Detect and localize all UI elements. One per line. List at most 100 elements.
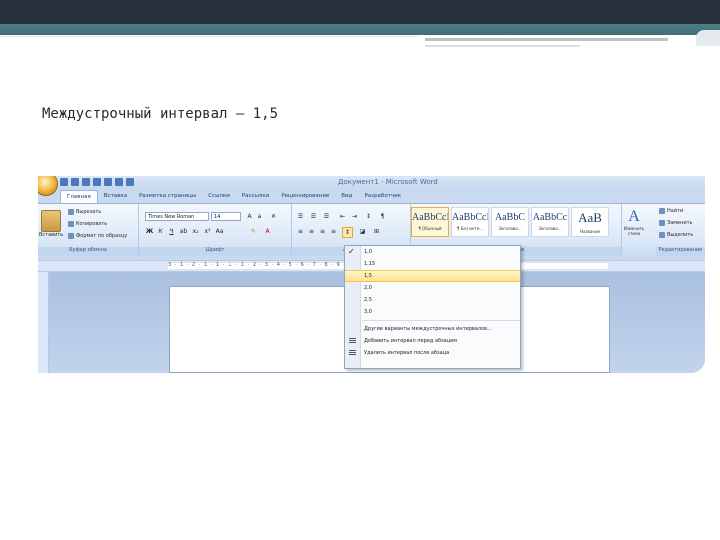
checkmark-icon: ✓ [348,247,355,256]
style-sample: AaBbC [495,212,525,223]
shading-icon[interactable]: ◪ [358,227,367,236]
add-space-before-paragraph[interactable]: Добавить интервал перед абзацем [345,335,520,347]
tab-insert[interactable]: Вставка [98,190,133,202]
tab-mailings[interactable]: Рассылки [236,190,276,202]
clear-format-icon[interactable]: ✕ [269,212,278,221]
more-line-spacing-options[interactable]: Другие варианты междустрочных интервалов… [345,323,520,335]
option-label: 1,5 [364,273,372,279]
italic-icon[interactable]: К [156,227,165,236]
numbering-icon[interactable]: ☰ [309,212,318,221]
tab-references[interactable]: Ссылки [202,190,236,202]
select-button[interactable]: Выделить [659,232,693,238]
change-styles-button[interactable]: A Изменить стили [619,207,649,255]
show-marks-icon[interactable]: ¶ [378,212,387,221]
font-size-combo[interactable]: 14 [211,212,241,221]
select-label: Выделить [667,232,694,238]
vertical-ruler[interactable] [38,272,49,373]
style-heading-1[interactable]: AaBbC Заголово... [491,207,529,237]
find-button[interactable]: Найти [659,208,683,214]
underline-icon[interactable]: Ч [167,227,176,236]
justify-icon[interactable]: ≡ [329,227,338,236]
tab-home[interactable]: Главная [60,190,98,203]
grow-font-icon[interactable]: A [245,212,254,221]
format-painter-label: Формат по образцу [76,233,128,239]
style-sample: AaBbCc [532,212,568,223]
copy-button[interactable]: Копировать [68,221,107,227]
select-icon [659,232,665,238]
paste-button-label[interactable]: Вставить [39,232,63,238]
align-center-icon[interactable]: ≡ [307,227,316,236]
replace-button[interactable]: Заменить [659,220,693,226]
line-spacing-option[interactable]: 3,0 [345,306,520,318]
remove-space-after-paragraph[interactable]: Удалить интервал после абзаца [345,347,520,359]
redo-icon[interactable] [82,178,90,186]
multilevel-icon[interactable]: ☰ [322,212,331,221]
shrink-font-icon[interactable]: a [255,212,264,221]
tab-page-layout[interactable]: Разметка страницы [133,190,202,202]
strikethrough-icon[interactable]: ab [179,227,188,236]
office-button[interactable] [38,176,58,196]
cut-button[interactable]: Вырезать [68,209,101,215]
option-label: Добавить интервал перед абзацем [364,338,457,344]
undo-icon[interactable] [71,178,79,186]
find-label: Найти [667,208,684,214]
borders-icon[interactable]: ⊞ [372,227,381,236]
line-spacing-option[interactable]: ✓ 1,0 [345,246,520,258]
word-title-bar: Документ1 - Microsoft Word [38,176,705,189]
group-label: Шрифт [139,247,291,256]
change-styles-icon: A [628,208,640,225]
superscript-icon[interactable]: x² [203,227,212,236]
spelling-icon[interactable] [115,178,123,186]
align-left-icon[interactable]: ≡ [296,227,305,236]
style-heading-2[interactable]: AaBbCc Заголово... [531,207,569,237]
binoculars-icon [659,208,665,214]
line-spacing-option-highlighted[interactable]: 1,5 [345,270,520,282]
decrease-indent-icon[interactable]: ⇤ [338,212,347,221]
font-color-icon[interactable]: A [263,227,272,236]
subscript-icon[interactable]: x₂ [191,227,200,236]
option-label: Удалить интервал после абзаца [364,350,450,356]
style-sample: AaBbCcI [452,212,489,223]
option-label: 3,0 [364,309,372,315]
print-icon[interactable] [93,178,101,186]
preview-icon[interactable] [104,178,112,186]
group-label: Редактирование [656,247,705,256]
change-case-icon[interactable]: Aa [215,227,224,236]
style-name: Заголово... [538,226,562,231]
replace-icon [659,220,665,226]
scissors-icon [68,209,74,215]
font-group: Times New Roman 14 A a ✕ Ж К Ч ab x₂ x² … [139,204,292,257]
cut-label: Вырезать [76,209,102,215]
line-spacing-option[interactable]: 1,15 [345,258,520,270]
style-normal[interactable]: AaBbCcI ¶ Обычный [411,207,449,237]
line-spacing-option[interactable]: 2,5 [345,294,520,306]
align-right-icon[interactable]: ≡ [318,227,327,236]
sort-icon[interactable]: ↕ [364,212,373,221]
copy-icon [68,221,74,227]
decorative-line [425,38,668,41]
editing-group: Найти Заменить Выделить Редактирование [656,204,705,257]
style-sample: AaBbCcI [412,212,449,223]
bold-icon[interactable]: Ж [145,227,154,236]
group-label: Буфер обмена [38,247,138,256]
highlight-icon[interactable]: ✎ [249,227,258,236]
tab-review[interactable]: Рецензирование [275,190,335,202]
font-name-combo[interactable]: Times New Roman [145,212,209,221]
clipboard-group: Вставить Вырезать Копировать Формат по о… [38,204,139,257]
tab-developer[interactable]: Разработчик [358,190,407,202]
table-icon[interactable] [126,178,134,186]
save-icon[interactable] [60,178,68,186]
line-spacing-icon[interactable]: ↕ [342,227,353,238]
option-label: 1,0 [364,249,372,255]
style-no-spacing[interactable]: AaBbCcI ¶ Без инте... [451,207,489,237]
line-spacing-menu: ✓ 1,0 1,15 1,5 2,0 2,5 3,0 Другие вариан… [344,245,521,369]
paste-icon[interactable] [41,210,61,232]
increase-indent-icon[interactable]: ⇥ [350,212,359,221]
bullets-icon[interactable]: ☰ [296,212,305,221]
style-name: ¶ Без инте... [456,226,484,231]
tab-view[interactable]: Вид [335,190,358,202]
line-spacing-option[interactable]: 2,0 [345,282,520,294]
style-title[interactable]: AaB Название [571,207,609,237]
format-painter-button[interactable]: Формат по образцу [68,233,127,239]
word-screenshot: Документ1 - Microsoft Word Главная Встав… [38,176,705,373]
